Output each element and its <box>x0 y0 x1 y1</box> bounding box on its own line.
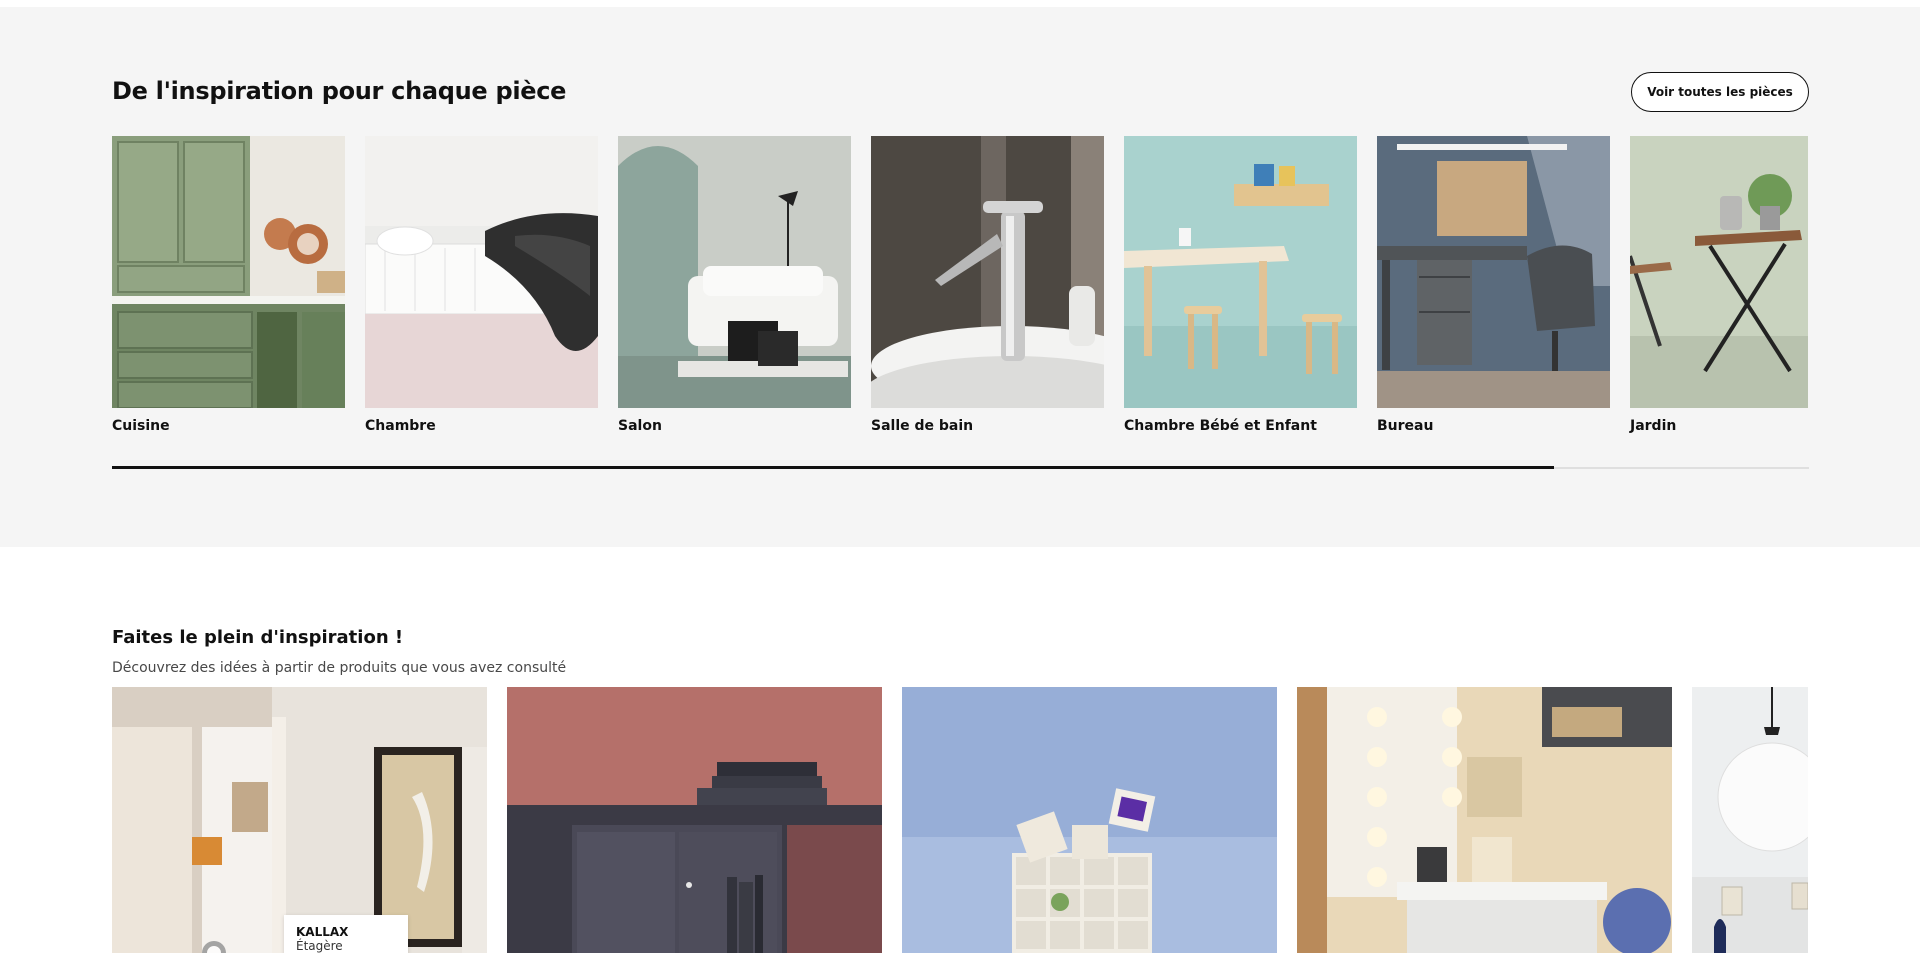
inspiration-card[interactable] <box>1297 687 1672 953</box>
room-label: Jardin <box>1630 418 1677 434</box>
product-tag-name: KALLAX <box>296 925 349 939</box>
room-label: Bureau <box>1377 418 1434 434</box>
inspiration-card[interactable] <box>507 687 882 953</box>
inspiration-section-title: Faites le plein d'inspiration ! <box>112 627 404 648</box>
room-image-bureau <box>1377 136 1610 408</box>
inspiration-card[interactable] <box>902 687 1277 953</box>
room-image-salon <box>618 136 851 408</box>
room-card-salle-de-bain[interactable]: Salle de bain <box>871 136 1104 434</box>
room-image-jardin <box>1630 136 1808 408</box>
room-card-salon[interactable]: Salon <box>618 136 851 434</box>
room-label: Chambre Bébé et Enfant <box>1124 418 1317 434</box>
room-image-cuisine <box>112 136 345 408</box>
room-card-jardin[interactable]: Jardin <box>1630 136 1808 434</box>
product-tag-description: Étagère <box>296 939 343 953</box>
room-card-bureau[interactable]: Bureau <box>1377 136 1610 434</box>
product-tag-kallax[interactable]: KALLAX Étagère <box>284 915 408 953</box>
inspiration-image <box>112 687 487 953</box>
see-all-rooms-button[interactable]: Voir toutes les pièces <box>1631 72 1809 112</box>
inspiration-image <box>1297 687 1672 953</box>
inspiration-image <box>507 687 882 953</box>
room-image-salle-de-bain <box>871 136 1104 408</box>
room-label: Salle de bain <box>871 418 974 434</box>
room-card-cuisine[interactable]: Cuisine <box>112 136 345 434</box>
inspiration-image <box>1692 687 1808 953</box>
room-label: Cuisine <box>112 418 170 434</box>
room-label: Salon <box>618 418 662 434</box>
rooms-section: De l'inspiration pour chaque pièce Voir … <box>0 7 1920 547</box>
room-image-chambre <box>365 136 598 408</box>
inspiration-image <box>902 687 1277 953</box>
rooms-scrollbar-thumb[interactable] <box>112 466 1555 469</box>
inspiration-card[interactable] <box>1692 687 1808 953</box>
rooms-section-title: De l'inspiration pour chaque pièce <box>112 77 567 105</box>
inspiration-card[interactable]: KALLAX Étagère <box>112 687 487 953</box>
room-label: Chambre <box>365 418 436 434</box>
room-image-chambre-bebe-enfant <box>1124 136 1357 408</box>
room-card-chambre-bebe-enfant[interactable]: Chambre Bébé et Enfant <box>1124 136 1357 434</box>
rooms-scrollbar-track[interactable] <box>112 466 1809 469</box>
room-card-chambre[interactable]: Chambre <box>365 136 598 434</box>
inspiration-section-subtitle: Découvrez des idées à partir de produits… <box>112 660 567 676</box>
